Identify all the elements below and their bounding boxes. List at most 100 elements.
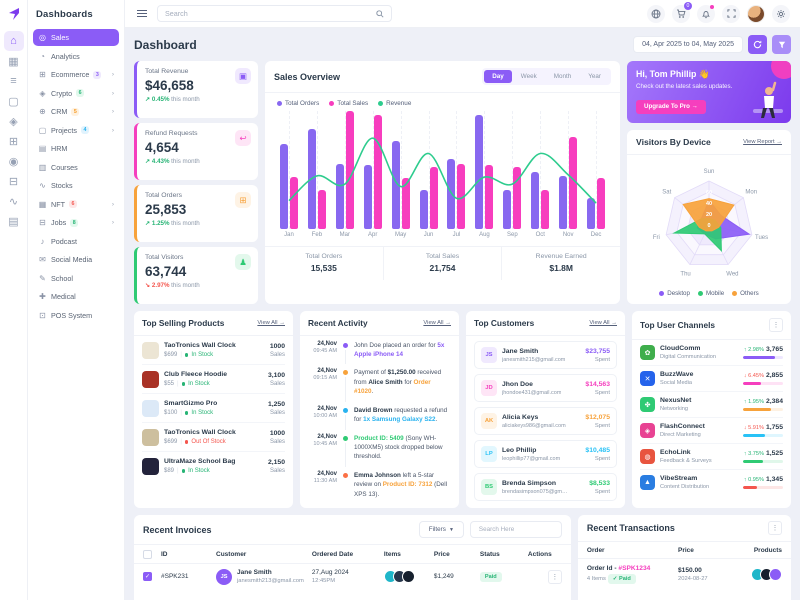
sidebar-item-social-media[interactable]: ✉Social Media bbox=[33, 251, 119, 268]
invoices-search-input[interactable] bbox=[470, 521, 562, 538]
bar-total-orders[interactable] bbox=[559, 176, 567, 229]
channel-name: CloudComm bbox=[660, 345, 716, 352]
bar-total-sales[interactable] bbox=[402, 178, 410, 229]
product-row[interactable]: Club Fleece Hoodie$55|In Stock3,100Sales bbox=[142, 365, 285, 394]
expand-icon[interactable] bbox=[722, 5, 740, 23]
sidebar-item-courses[interactable]: ▥Courses bbox=[33, 159, 119, 176]
transaction-row[interactable]: Order Id - #SPK12344 Items ✓ Paid$150.00… bbox=[578, 559, 791, 590]
table-icon[interactable]: ▤ bbox=[4, 211, 24, 231]
customer-row[interactable]: BSBrenda Simpsonbrendasimpson075@gmail.c… bbox=[474, 473, 617, 501]
sidebar-item-nft[interactable]: ▦NFT6› bbox=[33, 196, 119, 213]
invoice-row[interactable]: ✓#SPK231JSJane Smithjanesmith213@gmail.c… bbox=[134, 564, 571, 589]
diamond-icon[interactable]: ◈ bbox=[4, 111, 24, 131]
channel-row[interactable]: ◈FlashConnectDirect Marketing↓ 5.91%1,75… bbox=[640, 418, 783, 444]
bar-total-orders[interactable] bbox=[280, 144, 288, 229]
bar-total-sales[interactable] bbox=[569, 137, 577, 229]
tab-year[interactable]: Year bbox=[580, 70, 609, 83]
channel-name: NexusNet bbox=[660, 397, 691, 404]
settings-icon[interactable] bbox=[772, 5, 790, 23]
sidebar-item-pos-system[interactable]: ⊡POS System bbox=[33, 307, 119, 324]
sidebar-item-sales[interactable]: ◎Sales bbox=[33, 29, 119, 46]
customer-row[interactable]: JSJane Smithjanesmith215@gmail.com$23,75… bbox=[474, 341, 617, 369]
sidebar-item-analytics[interactable]: ◔Analytics bbox=[33, 48, 119, 65]
customer-row[interactable]: LPLeo Phillipleophillip77@gmail.com$10,4… bbox=[474, 440, 617, 468]
product-row[interactable]: UltraMaze School Bag$89|In Stock2,150Sal… bbox=[142, 452, 285, 480]
customer-row[interactable]: AKAlicia Keysaliciakeys986@gmail.com$12,… bbox=[474, 407, 617, 435]
sidebar-item-school[interactable]: ✎School bbox=[33, 270, 119, 287]
search-input[interactable]: Search bbox=[157, 5, 392, 22]
bar-total-sales[interactable] bbox=[374, 115, 382, 230]
channels-menu-button[interactable]: ⋮ bbox=[769, 318, 783, 332]
sidebar-item-hrm[interactable]: ▤HRM bbox=[33, 140, 119, 157]
layers-icon[interactable]: ≡ bbox=[4, 71, 24, 91]
transactions-menu-button[interactable]: ⋮ bbox=[768, 521, 782, 535]
globe-icon[interactable] bbox=[647, 5, 665, 23]
bar-total-sales[interactable] bbox=[290, 177, 298, 229]
radar-legend-others: Others bbox=[732, 290, 759, 297]
customers-view-all-link[interactable]: View All → bbox=[589, 320, 617, 326]
products-view-all-link[interactable]: View All → bbox=[257, 320, 285, 326]
bar-total-orders[interactable] bbox=[392, 141, 400, 230]
bar-total-orders[interactable] bbox=[308, 129, 316, 229]
header-checkbox[interactable] bbox=[143, 550, 161, 559]
sidebar-item-crypto[interactable]: ◈Crypto6› bbox=[33, 85, 119, 102]
tab-week[interactable]: Week bbox=[513, 70, 545, 83]
compass-icon[interactable]: ◉ bbox=[4, 151, 24, 171]
channel-row[interactable]: ✕BuzzWaveSocial Media↓ 6.45%2,855 bbox=[640, 366, 783, 392]
sidebar-item-jobs[interactable]: ⊟Jobs8› bbox=[33, 214, 119, 231]
bar-total-orders[interactable] bbox=[364, 165, 372, 229]
bar-total-orders[interactable] bbox=[531, 172, 539, 229]
bar-total-sales[interactable] bbox=[541, 190, 549, 229]
bar-total-orders[interactable] bbox=[336, 164, 344, 229]
sidebar-item-ecommerce[interactable]: ⊞Ecommerce3› bbox=[33, 66, 119, 83]
view-report-link[interactable]: View Report → bbox=[743, 139, 782, 145]
bar-total-sales[interactable] bbox=[597, 178, 605, 229]
channel-row[interactable]: ✤NexusNetNetworking↑ 1.95%2,384 bbox=[640, 392, 783, 418]
product-row[interactable]: TaoTronics Wall Clock$699|In Stock1000Sa… bbox=[142, 336, 285, 365]
date-range-picker[interactable]: 04, Apr 2025 to 04, May 2025 bbox=[633, 36, 743, 53]
tab-month[interactable]: Month bbox=[546, 70, 580, 83]
chart-icon[interactable]: ∿ bbox=[4, 191, 24, 211]
box-icon[interactable]: ⊞ bbox=[4, 131, 24, 151]
channel-row[interactable]: ✿CloudCommDigital Communication↑ 2.98%3,… bbox=[640, 340, 783, 366]
cart-icon[interactable]: 0 bbox=[672, 5, 690, 23]
channel-row[interactable]: ▲VibeStreamContent Distribution↑ 0.95%1,… bbox=[640, 470, 783, 495]
app-logo[interactable] bbox=[5, 5, 23, 23]
filters-button[interactable]: Filters▼ bbox=[419, 521, 464, 538]
refresh-button[interactable] bbox=[748, 35, 767, 54]
sidebar-item-label: Jobs bbox=[51, 218, 66, 227]
row-checkbox[interactable]: ✓ bbox=[143, 572, 152, 581]
sidebar-item-medical[interactable]: ✚Medical bbox=[33, 288, 119, 305]
apps-icon[interactable]: ▦ bbox=[4, 51, 24, 71]
sidebar-item-crm[interactable]: ⊕CRM5› bbox=[33, 103, 119, 120]
menu-toggle-icon[interactable] bbox=[137, 13, 147, 14]
upgrade-button[interactable]: Upgrade To Pro → bbox=[636, 100, 706, 114]
tab-day[interactable]: Day bbox=[484, 70, 512, 83]
sidebar-item-podcast[interactable]: ♪Podcast bbox=[33, 233, 119, 250]
bar-total-orders[interactable] bbox=[420, 190, 428, 229]
row-actions-button[interactable]: ⋮ bbox=[548, 570, 562, 584]
sidebar-item-stocks[interactable]: ∿Stocks bbox=[33, 177, 119, 194]
home-icon[interactable]: ⌂ bbox=[4, 31, 24, 51]
channel-row[interactable]: ◍EchoLinkFeedback & Surveys↑ 3.75%1,525 bbox=[640, 444, 783, 470]
sidebar-item-projects[interactable]: ▢Projects4› bbox=[33, 122, 119, 139]
user-avatar[interactable] bbox=[747, 5, 765, 23]
bar-total-sales[interactable] bbox=[346, 111, 354, 229]
product-row[interactable]: TaoTronics Wall Clock$699|Out Of Stock10… bbox=[142, 423, 285, 452]
bar-total-orders[interactable] bbox=[587, 198, 595, 229]
bar-total-sales[interactable] bbox=[318, 190, 326, 229]
wallet-icon[interactable]: ⊟ bbox=[4, 171, 24, 191]
bar-total-sales[interactable] bbox=[485, 165, 493, 229]
bell-icon[interactable] bbox=[697, 5, 715, 23]
product-row[interactable]: SmartGizmo Pro$100|In Stock1,250Sales bbox=[142, 394, 285, 423]
bar-total-sales[interactable] bbox=[430, 167, 438, 230]
customer-row[interactable]: JDJhon Doejhondoe431@gmail.com$14,563Spe… bbox=[474, 374, 617, 402]
bar-total-sales[interactable] bbox=[457, 164, 465, 229]
bar-total-orders[interactable] bbox=[475, 115, 483, 230]
bar-total-sales[interactable] bbox=[513, 167, 521, 230]
bar-total-orders[interactable] bbox=[447, 159, 455, 229]
activity-view-all-link[interactable]: View All → bbox=[423, 320, 451, 326]
file-icon[interactable]: ▢ bbox=[4, 91, 24, 111]
filter-button[interactable] bbox=[772, 35, 791, 54]
bar-total-orders[interactable] bbox=[503, 190, 511, 229]
